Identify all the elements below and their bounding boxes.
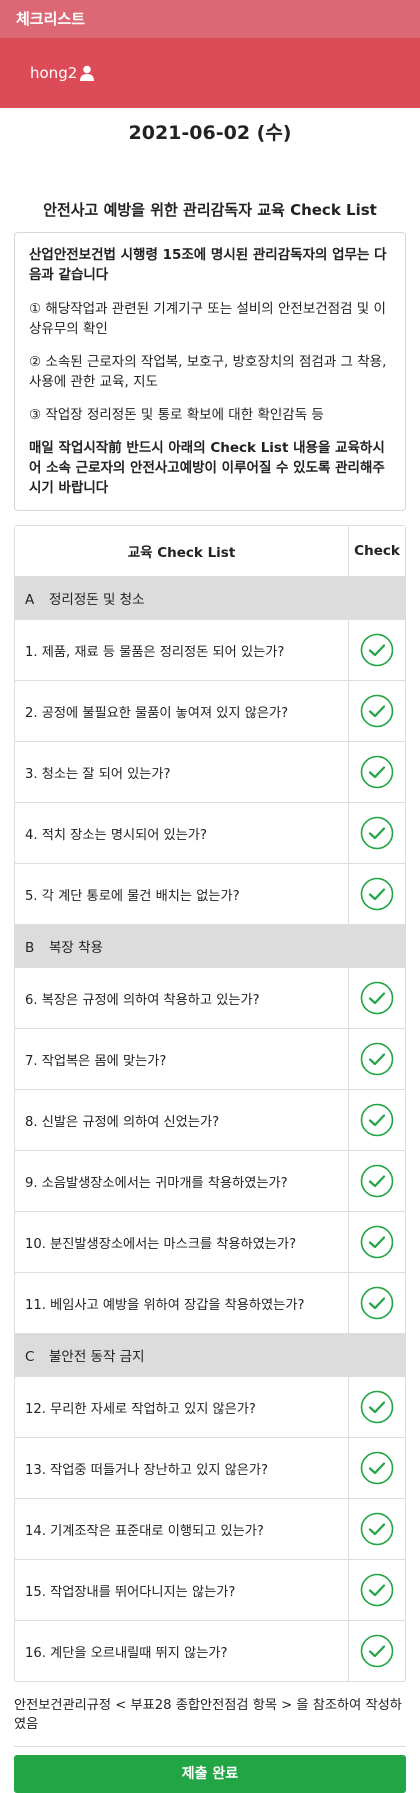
check-circle-icon[interactable] xyxy=(360,816,394,850)
check-circle-icon[interactable] xyxy=(360,1042,394,1076)
checklist-row: 6. 복장은 규정에 의하여 착용하고 있는가? xyxy=(15,967,405,1029)
section-name: 정리정돈 및 청소 xyxy=(49,592,145,608)
notice-item: ③ 작업장 정리정돈 및 통로 확보에 대한 확인감독 등 xyxy=(29,407,324,423)
check-cell xyxy=(348,1376,405,1438)
checklist-row: 1. 제품, 재료 등 물품은 정리정돈 되어 있는가? xyxy=(15,619,405,681)
check-circle-icon[interactable] xyxy=(360,694,394,728)
checklist-question: 8. 신발은 규정에 의하여 신었는가? xyxy=(15,1089,349,1151)
checklist-row: 3. 청소는 잘 되어 있는가? xyxy=(15,741,405,803)
check-circle-icon[interactable] xyxy=(360,1390,394,1424)
checklist-question: 10. 분진발생장소에서는 마스크를 착용하였는가? xyxy=(15,1211,349,1273)
section-letter: B xyxy=(25,940,35,956)
section-letter: C xyxy=(25,1349,35,1365)
checklist-table: 교육 Check List Check A 정리정돈 및 청소 1. 제품, 재료 … xyxy=(14,525,406,1682)
app-title-bar: 체크리스트 xyxy=(0,0,420,38)
check-circle-icon[interactable] xyxy=(360,1164,394,1198)
notice-closing: 매일 작업시작前 반드시 아래의 Check List 내용을 교육하시어 소속… xyxy=(29,440,385,496)
checklist-row: 11. 베임사고 예방을 위하여 장갑을 착용하였는가? xyxy=(15,1272,405,1334)
check-cell xyxy=(348,1437,405,1499)
check-cell xyxy=(348,741,405,803)
section-header: A 정리정돈 및 청소 xyxy=(15,576,405,620)
checklist-question: 16. 계단을 오르내릴때 뛰지 않는가? xyxy=(25,1645,228,1661)
checklist-row: 9. 소음발생장소에서는 귀마개를 착용하였는가? xyxy=(15,1150,405,1212)
checklist-row: 12. 무리한 자세로 작업하고 있지 않은가? xyxy=(15,1376,405,1438)
checklist-question: 6. 복장은 규정에 의하여 착용하고 있는가? xyxy=(15,967,349,1029)
date-display: 2021-06-02 (수) xyxy=(128,122,292,144)
check-circle-icon[interactable] xyxy=(360,1103,394,1137)
submit-button[interactable]: 제출 완료 xyxy=(14,1755,406,1793)
checklist-question: 4. 적치 장소는 명시되어 있는가? xyxy=(15,802,349,864)
check-circle-icon[interactable] xyxy=(360,1634,394,1668)
checklist-row: 2. 공정에 불필요한 물품이 놓여져 있지 않은가? xyxy=(15,680,405,742)
check-cell xyxy=(348,1211,405,1273)
header-question: 교육 Check List xyxy=(15,526,349,577)
check-cell xyxy=(348,967,405,1029)
checklist-row: 4. 적치 장소는 명시되어 있는가? xyxy=(15,802,405,864)
footer-note: 안전보건관리규정 < 부표28 종합안전점검 항목 > 을 참조하여 작성하였음 xyxy=(14,1696,406,1747)
checklist-row: 10. 분진발생장소에서는 마스크를 착용하였는가? xyxy=(15,1211,405,1273)
section-cell: C 불안전 동작 금지 xyxy=(15,1333,405,1377)
checklist-question: 12. 무리한 자세로 작업하고 있지 않은가? xyxy=(15,1376,349,1438)
check-cell xyxy=(348,619,405,681)
check-cell xyxy=(348,1150,405,1212)
checklist-row: 14. 기계조작은 표준대로 이행되고 있는가? xyxy=(15,1498,405,1560)
user-icon xyxy=(80,65,95,81)
check-cell xyxy=(348,680,405,742)
check-circle-icon[interactable] xyxy=(360,1451,394,1485)
checklist-row: 5. 각 계단 통로에 물건 배치는 없는가? xyxy=(15,863,405,925)
user-name: hong2 xyxy=(30,64,78,82)
check-circle-icon[interactable] xyxy=(360,981,394,1015)
app-title: 체크리스트 xyxy=(16,10,86,28)
checklist-row: 13. 작업중 떠들거나 장난하고 있지 않은가? xyxy=(15,1437,405,1499)
checklist-question: 1. 제품, 재료 등 물품은 정리정돈 되어 있는가? xyxy=(15,619,349,681)
notice-item: ① 해당작업과 관련된 기계기구 또는 설비의 안전보건점검 및 이상유무의 확… xyxy=(29,301,386,337)
check-cell xyxy=(348,802,405,864)
header-check: Check xyxy=(348,526,405,577)
section-cell: B 복장 착용 xyxy=(15,924,405,968)
checklist-question: 11. 베임사고 예방을 위하여 장갑을 착용하였는가? xyxy=(15,1272,349,1334)
checklist-row: 16. 계단을 오르내릴때 뛰지 않는가? xyxy=(15,1620,405,1681)
check-cell xyxy=(348,863,405,925)
section-name: 복장 착용 xyxy=(49,940,103,956)
check-circle-icon[interactable] xyxy=(360,877,394,911)
check-cell xyxy=(348,1089,405,1151)
checklist-question: 15. 작업장내를 뛰어다니지는 않는가? xyxy=(15,1559,349,1621)
check-circle-icon[interactable] xyxy=(360,1512,394,1546)
checklist-question: 7. 작업복은 몸에 맞는가? xyxy=(15,1028,349,1090)
checklist-question: 14. 기계조작은 표준대로 이행되고 있는가? xyxy=(15,1498,349,1560)
section-header: B 복장 착용 xyxy=(15,924,405,968)
checklist-question: 3. 청소는 잘 되어 있는가? xyxy=(15,741,349,803)
check-cell xyxy=(348,1620,405,1681)
check-circle-icon[interactable] xyxy=(360,633,394,667)
checklist-row: 7. 작업복은 몸에 맞는가? xyxy=(15,1028,405,1090)
section-cell: A 정리정돈 및 청소 xyxy=(15,576,405,620)
checklist-question: 5. 각 계단 통로에 물건 배치는 없는가? xyxy=(15,863,349,925)
check-cell xyxy=(348,1559,405,1621)
check-cell xyxy=(348,1028,405,1090)
check-cell xyxy=(348,1498,405,1560)
section-name: 불안전 동작 금지 xyxy=(49,1349,145,1365)
checklist-question: 13. 작업중 떠들거나 장난하고 있지 않은가? xyxy=(15,1437,349,1499)
checklist-question: 9. 소음발생장소에서는 귀마개를 착용하였는가? xyxy=(15,1150,349,1212)
check-circle-icon[interactable] xyxy=(360,1286,394,1320)
user-bar: hong2 xyxy=(0,38,420,108)
check-circle-icon[interactable] xyxy=(360,1225,394,1259)
page-title: 안전사고 예방을 위한 관리감독자 교육 Check List xyxy=(43,201,377,219)
checklist-row: 15. 작업장내를 뛰어다니지는 않는가? xyxy=(15,1559,405,1621)
checklist-row: 8. 신발은 규정에 의하여 신었는가? xyxy=(15,1089,405,1151)
check-circle-icon[interactable] xyxy=(360,755,394,789)
section-letter: A xyxy=(25,592,35,608)
section-header: C 불안전 동작 금지 xyxy=(15,1333,405,1377)
notice-item: ② 소속된 근로자의 작업복, 보호구, 방호장치의 점검과 그 착용, 사용에… xyxy=(29,354,387,390)
notice-box: 산업안전보건법 시행령 15조에 명시된 관리감독자의 업무는 다음과 같습니다… xyxy=(14,232,406,511)
check-cell xyxy=(348,1272,405,1334)
check-circle-icon[interactable] xyxy=(360,1573,394,1607)
checklist-question: 2. 공정에 불필요한 물품이 놓여져 있지 않은가? xyxy=(15,680,349,742)
notice-intro: 산업안전보건법 시행령 15조에 명시된 관리감독자의 업무는 다음과 같습니다 xyxy=(29,247,387,283)
